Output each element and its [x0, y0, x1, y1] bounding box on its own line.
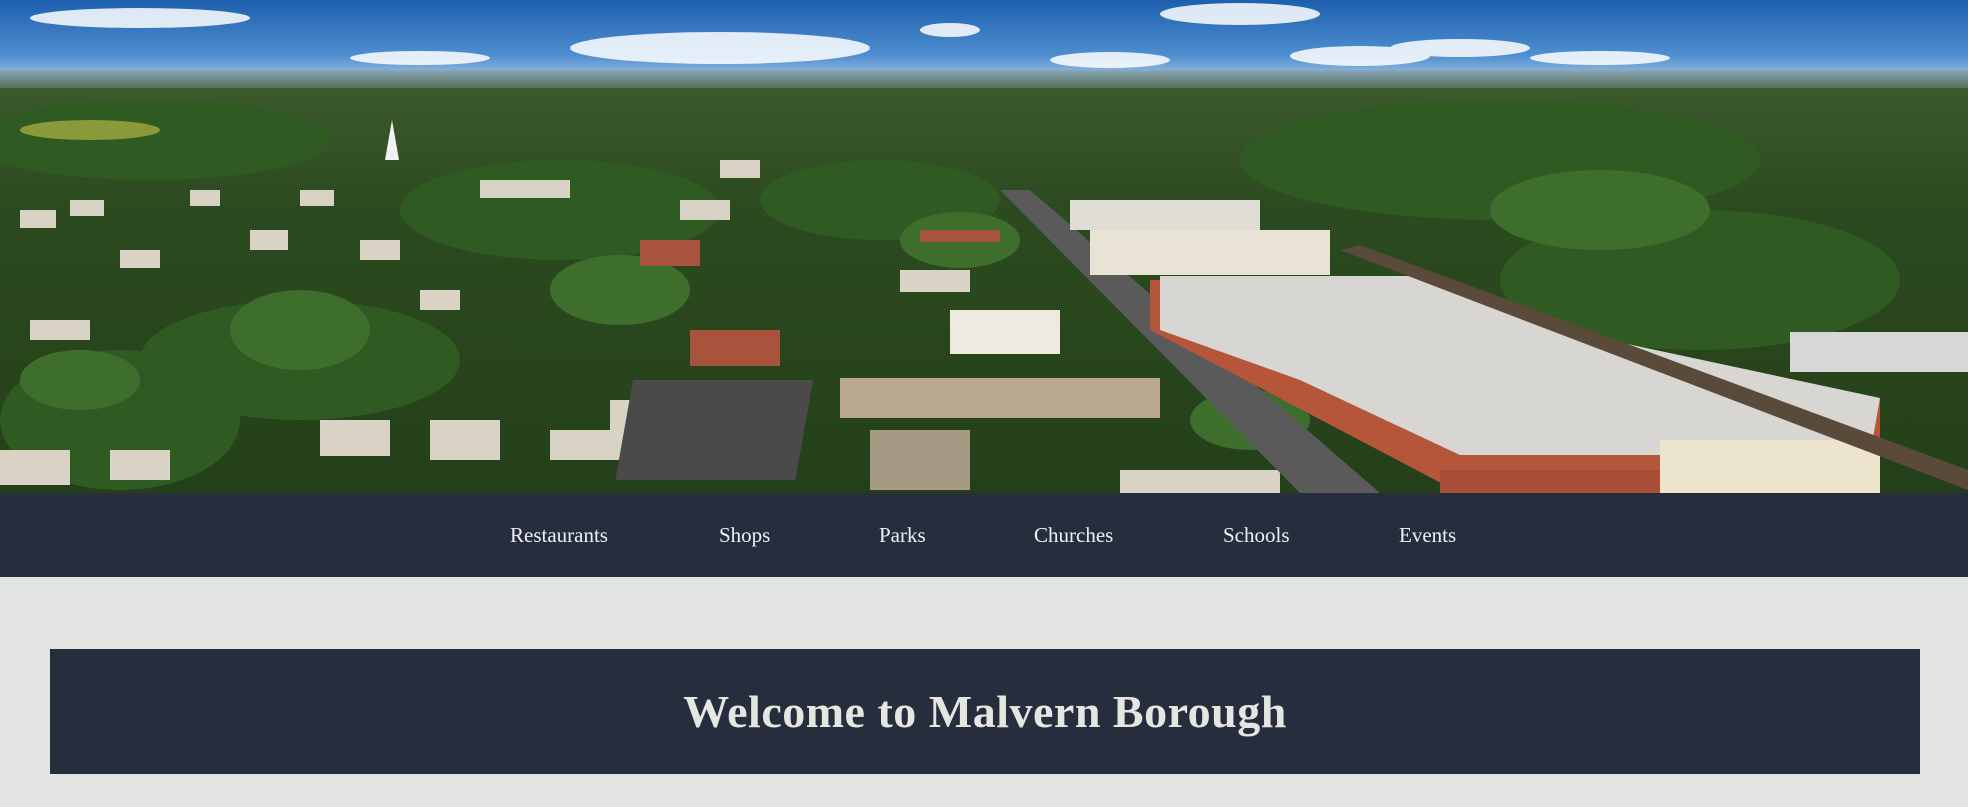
nav-item-churches[interactable]: Churches [1034, 493, 1113, 577]
nav-item-parks[interactable]: Parks [879, 493, 926, 577]
welcome-banner: Welcome to Malvern Borough [50, 649, 1920, 774]
nav-item-schools[interactable]: Schools [1223, 493, 1290, 577]
welcome-heading: Welcome to Malvern Borough [683, 686, 1287, 737]
nav-item-shops[interactable]: Shops [719, 493, 770, 577]
main-navbar: Restaurants Shops Parks Churches Schools… [0, 493, 1968, 577]
hero-aerial-image [0, 0, 1968, 493]
nav-item-restaurants[interactable]: Restaurants [510, 493, 608, 577]
nav-item-events[interactable]: Events [1399, 493, 1456, 577]
